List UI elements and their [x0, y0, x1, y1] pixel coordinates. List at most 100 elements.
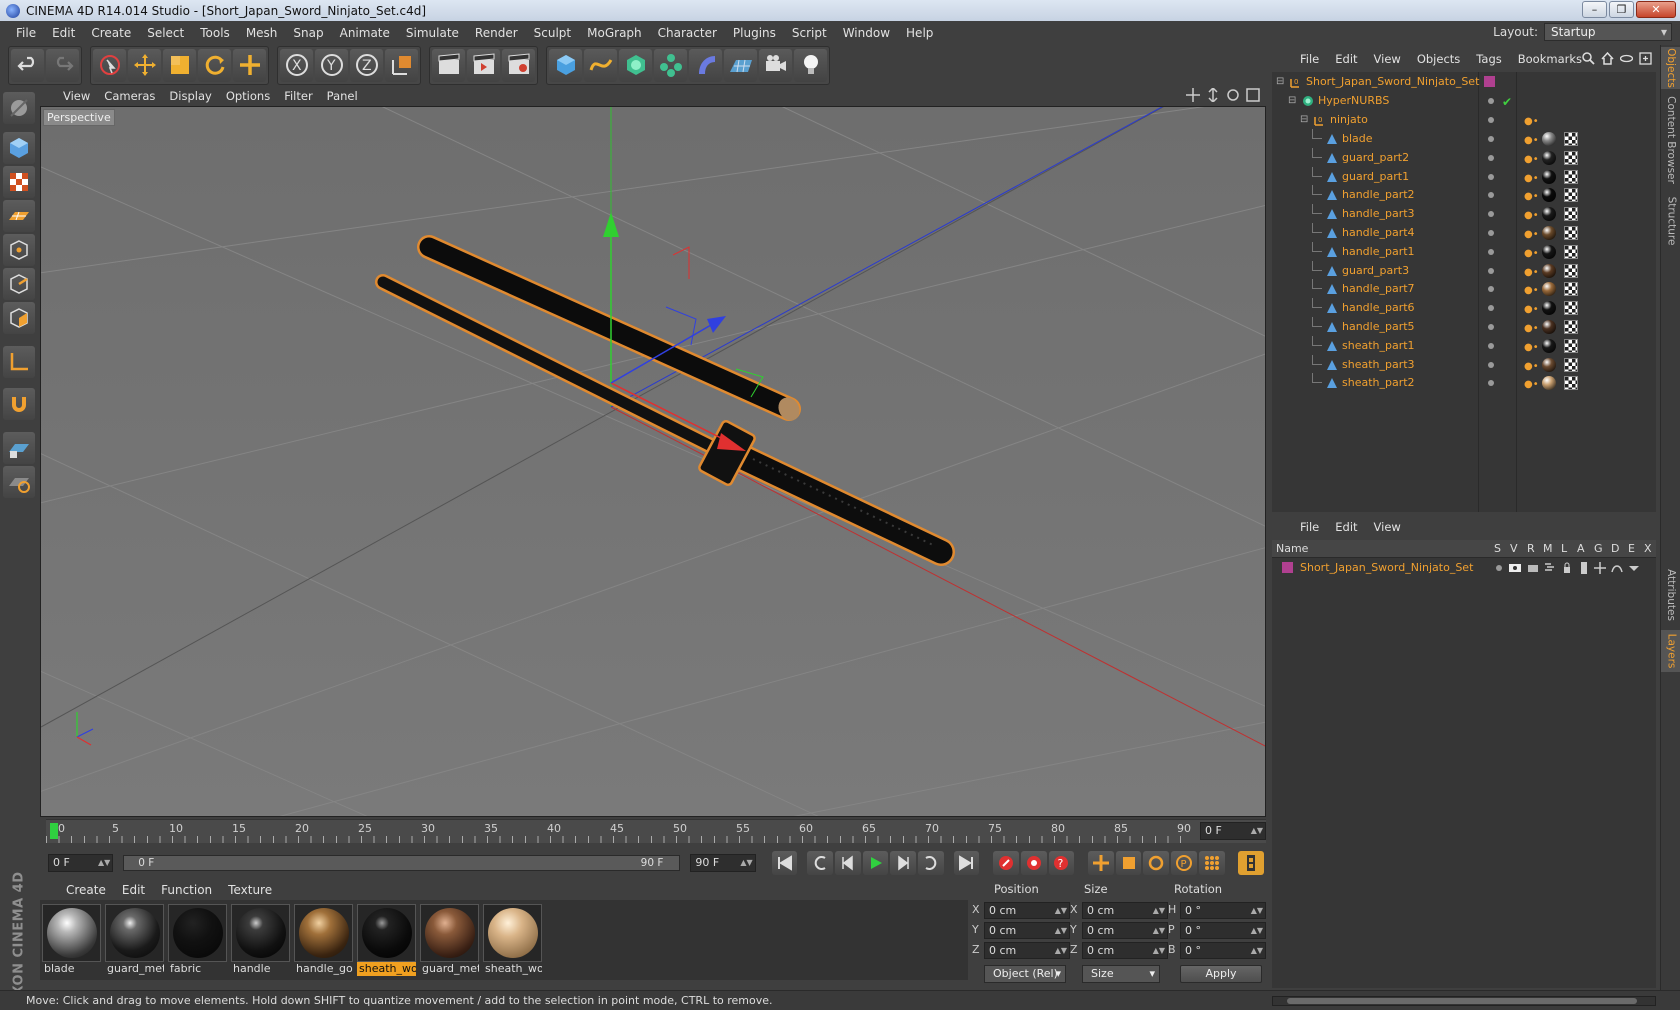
uvw-tag-icon[interactable] — [1564, 376, 1578, 391]
layer-visible-icon[interactable] — [1509, 562, 1521, 574]
menu-tools[interactable]: Tools — [192, 21, 238, 45]
uvw-tag-icon[interactable] — [1564, 357, 1578, 372]
camera-button[interactable] — [759, 48, 792, 82]
menu-character[interactable]: Character — [650, 21, 725, 45]
visibility-dot[interactable] — [1488, 154, 1494, 161]
zoom-view-icon[interactable] — [1206, 88, 1220, 102]
menu-help[interactable]: Help — [898, 21, 941, 45]
keyframe-selection-button[interactable]: ? — [1048, 851, 1075, 875]
pan-view-icon[interactable] — [1186, 88, 1200, 102]
uvw-tag-icon[interactable] — [1564, 150, 1578, 165]
menu-snap[interactable]: Snap — [285, 21, 331, 45]
home-icon[interactable] — [1601, 52, 1614, 65]
add-tool-button[interactable] — [233, 48, 266, 82]
tab-layers[interactable]: Layers — [1661, 630, 1680, 672]
menu-mesh[interactable]: Mesh — [238, 21, 286, 45]
layers-menu-file[interactable]: File — [1292, 515, 1327, 539]
menu-create[interactable]: Create — [83, 21, 139, 45]
apply-button[interactable]: Apply — [1180, 965, 1262, 983]
visibility-dot[interactable] — [1488, 342, 1494, 349]
material-tag[interactable] — [1542, 357, 1556, 372]
layer-expressions-icon[interactable] — [1628, 562, 1640, 574]
timeline-ruler[interactable]: 0 5 10 15 20 25 30 35 40 45 50 55 60 65 … — [46, 819, 1266, 843]
scale-track-button[interactable] — [1115, 851, 1142, 875]
visibility-dot[interactable] — [1488, 230, 1494, 236]
spline-button[interactable] — [584, 48, 617, 82]
material-tag[interactable] — [1542, 207, 1556, 222]
tab-structure[interactable]: Structure — [1661, 193, 1680, 249]
maximize-button[interactable]: ❐ — [1609, 1, 1634, 18]
object-row-child[interactable]: blade ●• — [1272, 129, 1656, 149]
viewport-menu-display[interactable]: Display — [162, 84, 218, 108]
points-mode-button[interactable] — [3, 234, 35, 266]
layer-render-icon[interactable] — [1527, 562, 1539, 574]
layers-menu-view[interactable]: View — [1366, 515, 1409, 539]
objects-menu-view[interactable]: View — [1366, 47, 1409, 71]
eye-icon[interactable] — [1620, 52, 1633, 65]
material-tag[interactable] — [1542, 226, 1556, 240]
position-y-field[interactable]: 0 cm ▲▼ — [984, 922, 1070, 939]
position-track-button[interactable] — [1088, 851, 1114, 875]
object-row-child[interactable]: guard_part2 ●• — [1272, 147, 1656, 168]
layer-animation-icon[interactable] — [1578, 562, 1590, 574]
material-handle-go[interactable]: handle_go — [294, 904, 353, 977]
visibility-dot[interactable] — [1488, 248, 1494, 255]
phong-tag-icon[interactable]: ●• — [1524, 375, 1539, 395]
minimize-button[interactable]: – — [1582, 1, 1607, 18]
material-guard-met-2[interactable]: guard_met — [420, 904, 479, 977]
material-menu-function[interactable]: Function — [153, 878, 220, 902]
enabled-check-icon[interactable]: ✔ — [1502, 92, 1512, 112]
layer-lock-icon[interactable] — [1561, 562, 1573, 574]
menu-select[interactable]: Select — [139, 21, 192, 45]
current-frame-field[interactable]: 0 F ▲▼ — [1200, 822, 1266, 840]
redo-button[interactable] — [46, 48, 79, 82]
material-blade[interactable]: blade — [42, 904, 101, 977]
object-row-child[interactable]: guard_part1 ●• — [1272, 166, 1656, 187]
perspective-viewport[interactable]: Perspective — [40, 106, 1266, 817]
material-fabric[interactable]: fabric — [168, 904, 227, 977]
uvw-tag-icon[interactable] — [1564, 301, 1578, 316]
live-selection-button[interactable] — [93, 48, 126, 82]
size-x-field[interactable]: 0 cm ▲▼ — [1082, 902, 1168, 919]
workplane-lock-button[interactable] — [3, 432, 35, 464]
coordinate-mode-dropdown[interactable]: Object (Rel) — [984, 965, 1066, 983]
texture-mode-button[interactable] — [3, 166, 35, 198]
autokeying-button[interactable] — [1020, 851, 1047, 875]
render-view-button[interactable] — [432, 48, 465, 82]
material-menu-texture[interactable]: Texture — [220, 878, 280, 902]
layer-color-swatch[interactable] — [1282, 562, 1293, 573]
floor-button[interactable] — [724, 48, 757, 82]
material-tag[interactable] — [1542, 301, 1556, 316]
menu-file[interactable]: File — [8, 21, 44, 45]
viewport-menu-cameras[interactable]: Cameras — [97, 84, 162, 108]
point-level-track-button[interactable] — [1198, 851, 1225, 875]
close-button[interactable]: ✕ — [1636, 1, 1676, 18]
layer-horizontal-scrollbar[interactable] — [1272, 996, 1656, 1006]
visibility-dot[interactable] — [1488, 305, 1494, 312]
objects-menu-edit[interactable]: Edit — [1327, 47, 1365, 71]
object-row-hypernurbs[interactable]: ⊟ HyperNURBS ✔ — [1272, 91, 1656, 111]
uvw-tag-icon[interactable] — [1564, 338, 1578, 353]
material-sheath-wo-2[interactable]: sheath_wo — [483, 904, 542, 977]
menu-animate[interactable]: Animate — [332, 21, 398, 45]
light-button[interactable] — [794, 48, 827, 82]
menu-mograph[interactable]: MoGraph — [579, 21, 650, 45]
visibility-dot[interactable] — [1488, 211, 1494, 218]
position-x-field[interactable]: 0 cm ▲▼ — [984, 902, 1070, 919]
menu-script[interactable]: Script — [784, 21, 835, 45]
rotation-p-field[interactable]: 0 ° ▲▼ — [1180, 922, 1266, 939]
layer-generators-icon[interactable] — [1594, 562, 1606, 574]
menu-edit[interactable]: Edit — [44, 21, 83, 45]
layers-menu-edit[interactable]: Edit — [1327, 515, 1365, 539]
tab-attributes[interactable]: Attributes — [1661, 565, 1680, 625]
layer-row[interactable]: Short_Japan_Sword_Ninjato_Set — [1272, 558, 1656, 578]
material-tag[interactable] — [1542, 169, 1556, 184]
menu-render[interactable]: Render — [467, 21, 526, 45]
tab-objects[interactable]: Objects — [1661, 47, 1680, 89]
menu-simulate[interactable]: Simulate — [398, 21, 467, 45]
next-key-button[interactable] — [918, 851, 944, 875]
record-keyframe-button[interactable] — [993, 851, 1019, 875]
go-to-start-button[interactable] — [771, 851, 798, 875]
timeline-window-button[interactable] — [1238, 851, 1265, 875]
object-row-child[interactable]: handle_part5 ●• — [1272, 317, 1656, 337]
